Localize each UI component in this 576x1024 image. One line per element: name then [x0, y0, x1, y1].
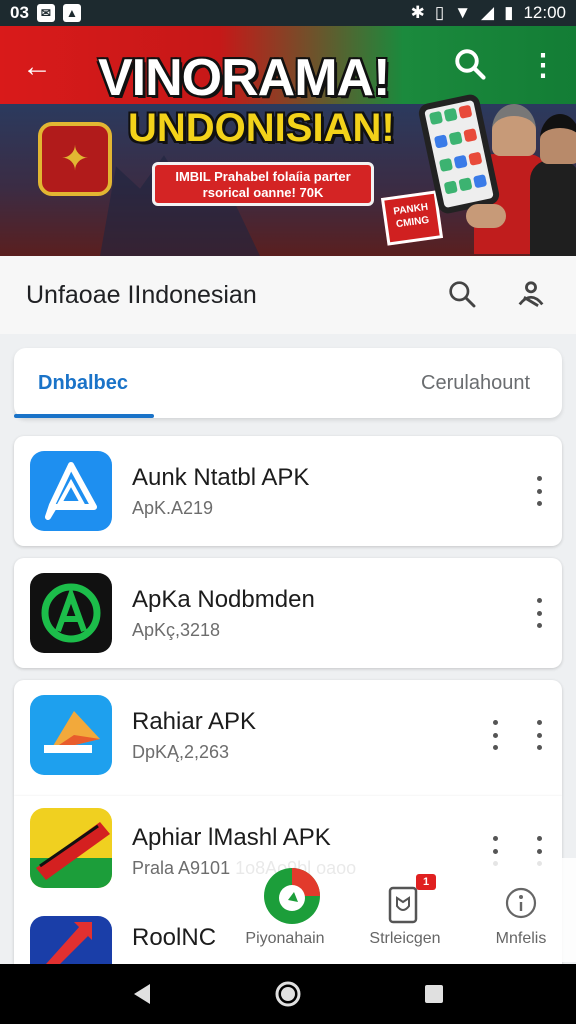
person-head-2 — [540, 114, 576, 164]
green-circle-logo-icon — [264, 868, 320, 924]
back-arrow-icon[interactable]: ← — [22, 50, 52, 84]
nav-item-home[interactable]: Piyonahain — [230, 858, 340, 962]
play-arrow-icon — [30, 695, 112, 775]
notification-icon-2: ▲ — [62, 4, 81, 22]
promo-banner[interactable]: ← ⋮ VINORAMA! UNDONISIAN! ✦ IMBIL Prahab… — [0, 26, 576, 256]
person-body-2 — [530, 160, 576, 256]
bottom-navigation: Piyonahain 1 Strleicgen Mnfelis — [230, 858, 576, 962]
page-title: Unfaoae IIndonesian — [26, 280, 257, 309]
tab-secondary[interactable]: Cerulahount — [421, 348, 562, 418]
app-list-item[interactable]: ApKa Nodbmden ApKç,3218 — [14, 558, 562, 668]
status-bar: 03 ✉ ▲ ✱ ▯ ▼ ◢ ▮ 12:00 — [0, 0, 576, 26]
banner-subtitle: UNDONISIAN! — [128, 106, 395, 150]
app-list-item[interactable]: Rahiar APK DpKĄ,2,263 — [14, 680, 562, 796]
app-list-item[interactable]: Aunk Ntatbl APK ApK.A219 — [14, 436, 562, 546]
red-arrow-icon — [30, 916, 112, 964]
notification-icon: ✉ — [36, 4, 55, 22]
nav-label: Strleicgen — [369, 930, 441, 947]
app-name: Rahiar APK — [132, 708, 257, 735]
recents-square-icon[interactable] — [418, 978, 450, 1010]
overflow-menu-icon[interactable]: ⋮ — [528, 48, 558, 84]
more-options-icon-secondary[interactable] — [490, 720, 500, 750]
more-options-icon[interactable] — [534, 476, 544, 506]
notification-badge: 1 — [416, 874, 436, 890]
nav-label: Mnfelis — [495, 930, 547, 947]
app-version: DpKĄ,2,263 — [132, 742, 230, 762]
app-name: ApKa Nodbmden — [132, 586, 315, 613]
vibrate-icon: ▯ — [434, 3, 445, 22]
banner-title: VINORAMA! — [98, 49, 390, 107]
wifi-icon: ▼ — [454, 3, 472, 22]
a-chat-icon — [30, 573, 112, 653]
tab-primary[interactable]: Dnbalbec — [14, 348, 154, 418]
signal-icon: ◢ — [481, 3, 495, 22]
banner-search-icon[interactable] — [452, 46, 488, 82]
more-options-icon[interactable] — [534, 598, 544, 628]
nav-label: Piyonahain — [245, 930, 325, 947]
nav-item-info[interactable]: Mnfelis — [466, 858, 576, 962]
triangle-chat-icon — [30, 451, 112, 531]
banner-sticker: PANKH CMING — [380, 190, 444, 246]
garuda-emblem-icon: ✦ — [38, 122, 112, 196]
home-circle-icon[interactable] — [272, 978, 304, 1010]
info-circle-icon — [505, 887, 537, 919]
system-nav-bar — [0, 964, 576, 1024]
banner-pill-text: IMBIL Prahabel folaíia parter rsorical o… — [152, 162, 374, 206]
more-options-icon[interactable] — [534, 720, 544, 750]
user-pin-icon[interactable] — [514, 276, 548, 310]
hand-illustration — [466, 204, 506, 228]
search-icon[interactable] — [446, 278, 478, 310]
app-name: Aphiar lMashl APK — [132, 824, 331, 851]
flag-banner-icon — [30, 808, 112, 888]
back-triangle-icon[interactable] — [126, 978, 158, 1010]
status-time: 12:00 — [523, 3, 566, 22]
person-head — [492, 104, 536, 156]
app-version: ApKç,3218 — [132, 620, 221, 640]
app-name: RoolNC — [132, 924, 217, 951]
tab-bar: Dnbalbec Cerulahount — [14, 348, 562, 418]
app-bar: Unfaoae IIndonesian — [0, 256, 576, 334]
nav-item-middle[interactable]: 1 Strleicgen — [350, 858, 460, 962]
app-name: Aunk Ntatbl APK — [132, 464, 310, 491]
battery-icon: ▮ — [504, 3, 514, 22]
app-version: ApK.A219 — [132, 498, 214, 518]
status-left-text: 03 — [10, 3, 29, 22]
bluetooth-icon: ✱ — [410, 3, 425, 22]
